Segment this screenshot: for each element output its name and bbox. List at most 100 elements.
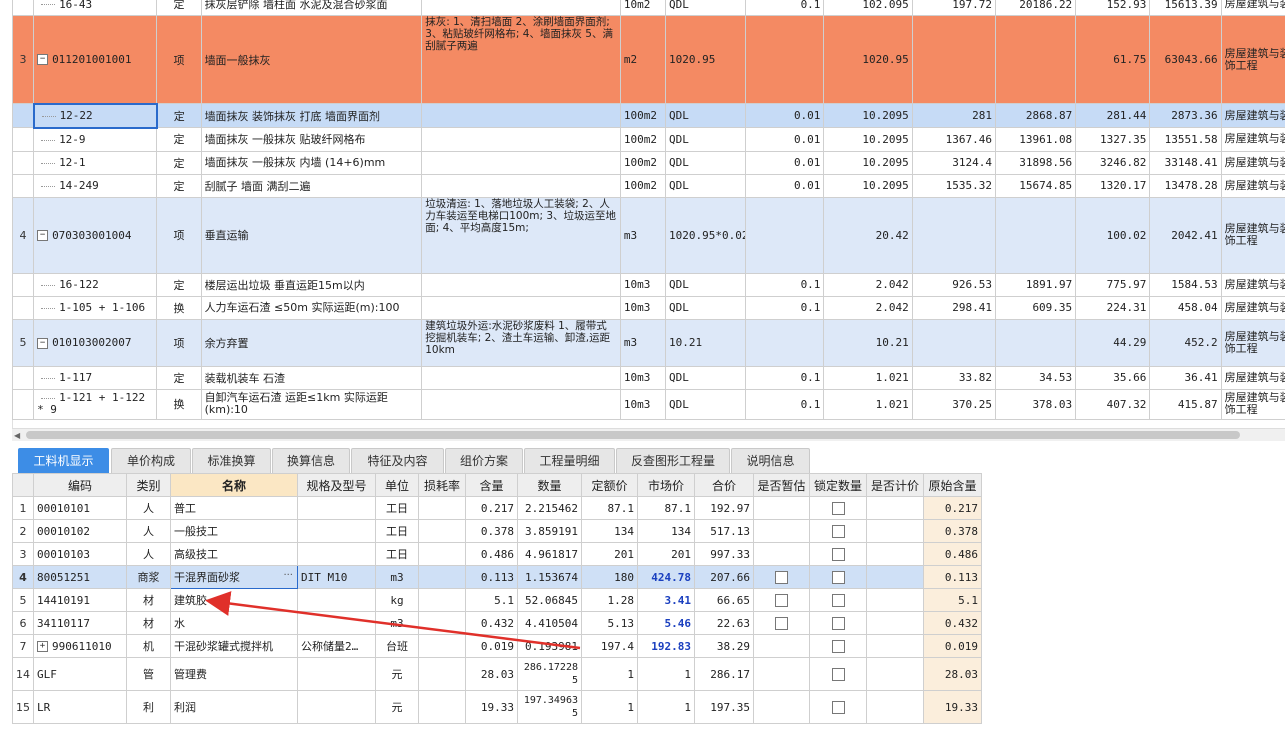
name-cell[interactable]: 墙面抹灰 一般抹灰 贴玻纤网格布 bbox=[200, 127, 423, 152]
quantity-cell[interactable]: 0.193981 bbox=[517, 634, 582, 658]
name-cell[interactable]: 干混砂浆罐式搅拌机 bbox=[170, 634, 298, 658]
market-price-cell[interactable]: 5.46 bbox=[637, 611, 695, 635]
expression-cell[interactable]: 1020.95*0.02 bbox=[664, 196, 747, 274]
lock-qty-cell[interactable] bbox=[809, 588, 867, 612]
expression-cell[interactable]: QDL bbox=[664, 0, 747, 16]
name-cell[interactable]: 余方弃置 bbox=[200, 318, 423, 367]
column-header[interactable]: 含量 bbox=[465, 473, 518, 497]
content-cell[interactable]: 19.33 bbox=[465, 690, 518, 724]
expression-cell[interactable]: QDL bbox=[664, 388, 747, 420]
loss-rate-cell[interactable] bbox=[418, 634, 466, 658]
resource-row[interactable]: 4 80051251 商浆 干混界面砂浆 ··· DIT M10 m3 0.113 1.1536… bbox=[12, 565, 982, 589]
code-cell[interactable]: 14-249 bbox=[33, 173, 158, 198]
resource-row[interactable]: 14 GLF 管管理费元 28.03 286.17228 5 1 1 286.17 28.03 bbox=[12, 657, 982, 691]
priced-cell[interactable] bbox=[866, 519, 924, 543]
loss-rate-cell[interactable] bbox=[418, 657, 466, 691]
expression-cell[interactable]: QDL bbox=[664, 295, 747, 320]
column-header[interactable] bbox=[12, 473, 34, 497]
loss-rate-cell[interactable] bbox=[418, 519, 466, 543]
quantity-cell[interactable]: 197.34963 5 bbox=[517, 690, 582, 724]
spec-cell[interactable] bbox=[297, 657, 376, 691]
lock-qty-checkbox[interactable] bbox=[831, 593, 845, 607]
bill-item-row[interactable]: 5−010103002007 项余方弃置 建筑垃圾外运:水泥砂浆废料 1、履带式挖掘… bbox=[11, 318, 1285, 367]
priced-cell[interactable] bbox=[866, 588, 924, 612]
code-cell[interactable]: 12-1 bbox=[33, 150, 158, 175]
market-price-cell[interactable]: 1 bbox=[637, 657, 695, 691]
content-cell[interactable]: 5.1 bbox=[465, 588, 518, 612]
expression-cell[interactable]: QDL bbox=[664, 272, 747, 297]
priced-cell[interactable] bbox=[866, 634, 924, 658]
code-cell[interactable]: GLF bbox=[33, 657, 127, 691]
lock-qty-cell[interactable] bbox=[809, 519, 867, 543]
column-header[interactable]: 单位 bbox=[375, 473, 419, 497]
code-cell[interactable]: 00010102 bbox=[33, 519, 127, 543]
lock-qty-cell[interactable] bbox=[809, 565, 867, 589]
tab-8[interactable]: 反查图形工程量 bbox=[616, 448, 730, 473]
quantity-cell[interactable]: 52.06845 bbox=[517, 588, 582, 612]
lock-qty-checkbox[interactable] bbox=[831, 547, 845, 561]
code-cell[interactable]: 1-117 bbox=[33, 365, 158, 390]
scroll-left-icon[interactable]: ◀ bbox=[14, 431, 20, 440]
quota-row[interactable]: 12-1 定墙面抹灰 一般抹灰 内墙 (14+6)mm 100m2 QDL 0.01 10… bbox=[11, 150, 1285, 175]
resource-row[interactable]: 5 14410191 材建筑胶 kg 5.1 52.06845 1.28 3.41 66.65 5… bbox=[12, 588, 982, 612]
tab-1[interactable]: 工料机显示 bbox=[18, 448, 109, 473]
name-cell[interactable]: 自卸汽车运石渣 运距≤1km 实际运距(km):10 bbox=[200, 388, 423, 420]
quantity-cell[interactable]: 4.410504 bbox=[517, 611, 582, 635]
feature-cell[interactable] bbox=[421, 0, 621, 16]
code-cell[interactable]: 1-121 + 1-122 * 9 bbox=[33, 388, 158, 420]
quota-row[interactable]: 16-43 定抹灰层铲除 墙柱面 水泥及混合砂浆面 10m2 QDL 0.1 102.09… bbox=[11, 0, 1285, 16]
column-header[interactable]: 名称 bbox=[170, 473, 298, 497]
scrollbar-thumb[interactable] bbox=[26, 431, 1240, 439]
priced-cell[interactable] bbox=[866, 542, 924, 566]
priced-cell[interactable] bbox=[866, 496, 924, 520]
quantity-cell[interactable]: 286.17228 5 bbox=[517, 657, 582, 691]
name-cell[interactable]: 水 bbox=[170, 611, 298, 635]
feature-cell[interactable]: 建筑垃圾外运:水泥砂浆废料 1、履带式挖掘机装车; 2、渣土车运输、卸渣,运距1… bbox=[421, 318, 621, 367]
market-price-cell[interactable]: 87.1 bbox=[637, 496, 695, 520]
spec-cell[interactable] bbox=[297, 519, 376, 543]
column-header[interactable]: 数量 bbox=[517, 473, 582, 497]
name-cell[interactable]: 一般技工 bbox=[170, 519, 298, 543]
content-cell[interactable]: 0.378 bbox=[465, 519, 518, 543]
quota-row[interactable]: 1-121 + 1-122 * 9 换自卸汽车运石渣 运距≤1km 实际运距(km… bbox=[11, 388, 1285, 420]
name-cell[interactable]: 墙面抹灰 装饰抹灰 打底 墙面界面剂 bbox=[200, 103, 423, 128]
code-cell[interactable]: 80051251 bbox=[33, 565, 127, 589]
expression-cell[interactable]: 10.21 bbox=[664, 318, 747, 367]
market-price-cell[interactable]: 192.83 bbox=[637, 634, 695, 658]
spec-cell[interactable] bbox=[297, 690, 376, 724]
content-cell[interactable]: 0.217 bbox=[465, 496, 518, 520]
estimate-cell[interactable] bbox=[753, 634, 810, 658]
quota-row[interactable]: 12-9 定墙面抹灰 一般抹灰 贴玻纤网格布 100m2 QDL 0.01 10.2095… bbox=[11, 127, 1285, 152]
feature-cell[interactable] bbox=[421, 150, 621, 175]
market-price-cell[interactable]: 1 bbox=[637, 690, 695, 724]
quota-row[interactable]: 1-105 + 1-106 换人力车运石渣 ≤50m 实际运距(m):100 10m… bbox=[11, 295, 1285, 320]
lock-qty-checkbox[interactable] bbox=[831, 570, 845, 584]
loss-rate-cell[interactable] bbox=[418, 496, 466, 520]
content-cell[interactable]: 0.019 bbox=[465, 634, 518, 658]
name-cell[interactable]: 墙面一般抹灰 bbox=[200, 15, 423, 104]
lock-qty-checkbox[interactable] bbox=[831, 667, 845, 681]
estimate-cell[interactable] bbox=[753, 565, 810, 589]
quantity-cell[interactable]: 3.859191 bbox=[517, 519, 582, 543]
content-cell[interactable]: 0.486 bbox=[465, 542, 518, 566]
resource-row[interactable]: 7 +990611010 机干混砂浆罐式搅拌机 公称储量2… 台班 0.019 0.1939… bbox=[12, 634, 982, 658]
priced-cell[interactable] bbox=[866, 657, 924, 691]
lock-qty-cell[interactable] bbox=[809, 690, 867, 724]
code-cell[interactable]: 12-22 bbox=[32, 102, 158, 129]
column-header[interactable]: 锁定数量 bbox=[809, 473, 867, 497]
name-cell[interactable]: 建筑胶 bbox=[170, 588, 298, 612]
collapse-icon[interactable]: − bbox=[37, 337, 49, 349]
code-cell[interactable]: 00010101 bbox=[33, 496, 127, 520]
column-header[interactable]: 规格及型号 bbox=[297, 473, 376, 497]
tab-5[interactable]: 特征及内容 bbox=[351, 448, 444, 473]
quantity-cell[interactable]: 1.153674 bbox=[517, 565, 582, 589]
collapse-icon[interactable]: − bbox=[37, 230, 49, 241]
quota-row[interactable]: 1-117 定装载机装车 石渣 10m3 QDL 0.1 1.021 33.82 34.53 3… bbox=[11, 365, 1285, 390]
estimate-cell[interactable] bbox=[753, 519, 810, 543]
feature-cell[interactable]: 抹灰: 1、清扫墙面 2、涂刷墙面界面剂; 3、粘贴玻纤网格布; 4、墙面抹灰 … bbox=[421, 15, 621, 104]
lock-qty-cell[interactable] bbox=[809, 634, 867, 658]
name-cell[interactable]: 普工 bbox=[170, 496, 298, 520]
quantity-cell[interactable]: 2.215462 bbox=[517, 496, 582, 520]
code-cell[interactable]: 00010103 bbox=[33, 542, 127, 566]
quota-row[interactable]: 16-122 定楼层运出垃圾 垂直运距15m以内 10m3 QDL 0.1 2.042 92… bbox=[11, 272, 1285, 297]
